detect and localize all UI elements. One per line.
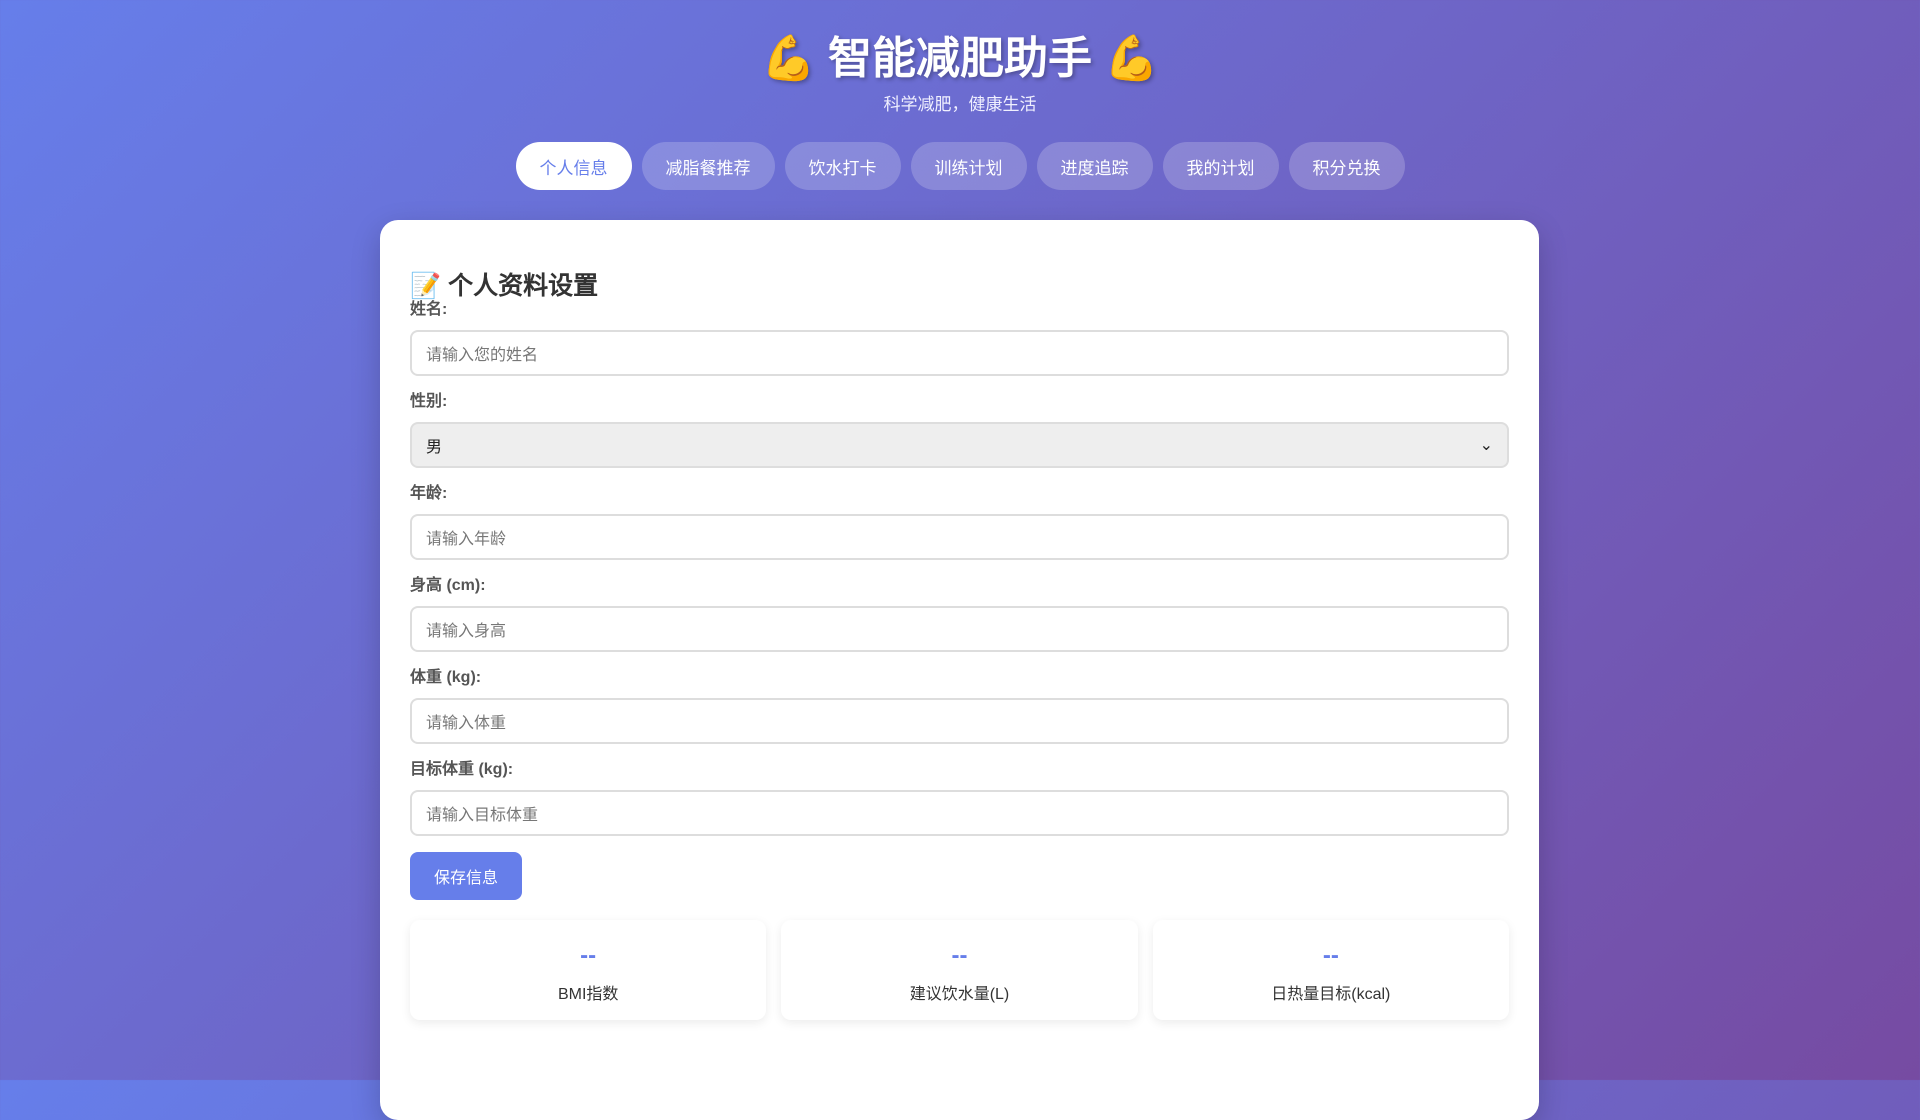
gender-label: 性别: [410,393,448,410]
weight-label: 体重 (kg): [410,669,482,686]
tab-meals[interactable]: 减脂餐推荐 [641,142,775,190]
name-label: 姓名: [410,301,448,318]
stat-value: -- [1322,942,1339,969]
weight-input[interactable]: 请输入体重 [410,698,1509,744]
tab-water[interactable]: 饮水打卡 [784,142,901,190]
nav-tabs: 个人信息 减脂餐推荐 饮水打卡 训练计划 进度追踪 我的计划 积分兑换 [0,142,1920,190]
name-input[interactable]: 请输入您的姓名 [410,330,1509,376]
gender-value: 男 [426,439,443,456]
stat-bmi: -- BMI指数 [410,920,766,1020]
chevron-down-icon: ⌄ [1479,437,1493,454]
target-weight-label: 目标体重 (kg): [410,761,514,778]
tab-profile[interactable]: 个人信息 [515,142,632,190]
tab-training[interactable]: 训练计划 [910,142,1027,190]
stat-value: -- [951,942,968,969]
save-button[interactable]: 保存信息 [410,852,522,900]
tab-points[interactable]: 积分兑换 [1288,142,1405,190]
age-input[interactable]: 请输入年龄 [410,514,1509,560]
stat-value: -- [580,942,597,969]
app-title: 💪 智能减肥助手 💪 [760,34,1160,83]
stat-label: 建议饮水量(L) [909,986,1010,1003]
tab-progress[interactable]: 进度追踪 [1036,142,1153,190]
stat-label: BMI指数 [557,986,619,1003]
target-weight-input[interactable]: 请输入目标体重 [410,790,1509,836]
stats-row: -- BMI指数 -- 建议饮水量(L) -- 日热量目标(kcal) [410,920,1509,1020]
profile-card: 📝 个人资料设置 姓名: 请输入您的姓名 性别: 男 ⌄ 年龄: 请输入年龄 身高… [380,220,1539,1120]
tab-my-plan[interactable]: 我的计划 [1162,142,1279,190]
height-input[interactable]: 请输入身高 [410,606,1509,652]
app-subtitle: 科学减肥，健康生活 [883,95,1037,114]
section-title: 📝 个人资料设置 [410,272,599,300]
stat-label: 日热量目标(kcal) [1271,986,1391,1003]
stat-water: -- 建议饮水量(L) [781,920,1137,1020]
gender-select[interactable]: 男 ⌄ [410,422,1509,468]
height-label: 身高 (cm): [410,577,486,594]
stat-calories: -- 日热量目标(kcal) [1153,920,1509,1020]
age-label: 年龄: [410,485,448,502]
